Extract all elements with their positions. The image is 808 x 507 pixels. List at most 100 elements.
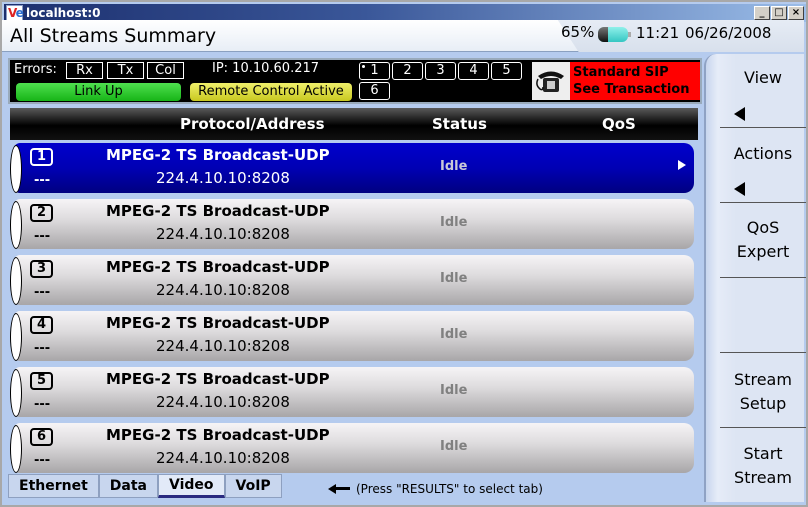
stream-protocol: MPEG-2 TS Broadcast-UDP xyxy=(106,258,330,276)
ip-address: IP: 10.10.60.217 xyxy=(212,61,320,76)
stream-row[interactable]: 1 --- MPEG-2 TS Broadcast-UDP 224.4.10.10:8… xyxy=(10,143,694,193)
stream-status: Idle xyxy=(440,215,468,230)
main-content: Errors: Rx Tx Col IP: 10.10.60.217 Link … xyxy=(8,54,702,474)
stream-protocol: MPEG-2 TS Broadcast-UDP xyxy=(106,426,330,444)
column-header-status: Status xyxy=(432,115,487,133)
stream-indicator: --- xyxy=(34,397,51,412)
row-selector-handle[interactable] xyxy=(10,145,22,193)
stream-protocol: MPEG-2 TS Broadcast-UDP xyxy=(106,146,330,164)
sip-status-line2: See Transaction xyxy=(573,82,690,97)
page-title: All Streams Summary xyxy=(10,25,217,47)
info-bar: Errors: Rx Tx Col IP: 10.10.60.217 Link … xyxy=(8,58,702,104)
actions-button[interactable]: Actions xyxy=(720,128,806,203)
left-arrow-icon xyxy=(328,484,350,494)
view-button[interactable]: View xyxy=(720,54,806,128)
stream-row[interactable]: 6 --- MPEG-2 TS Broadcast-UDP 224.4.10.10:8… xyxy=(10,423,694,473)
stream-protocol: MPEG-2 TS Broadcast-UDP xyxy=(106,202,330,220)
stream-indicator: --- xyxy=(34,173,51,188)
tab-data[interactable]: Data xyxy=(98,474,158,498)
app-logo-icon: Ve xyxy=(6,5,24,21)
minimize-button[interactable]: _ xyxy=(754,6,770,20)
maximize-button[interactable]: □ xyxy=(771,6,787,20)
row-selector-handle[interactable] xyxy=(10,369,22,417)
submenu-arrow-icon xyxy=(734,107,745,121)
row-selector-handle[interactable] xyxy=(10,257,22,305)
stream-status: Idle xyxy=(440,271,468,286)
stream-selector-1[interactable]: 1 xyxy=(359,62,390,80)
row-selector-handle[interactable] xyxy=(10,313,22,361)
row-selector-handle[interactable] xyxy=(10,425,22,473)
telephone-icon xyxy=(536,71,564,92)
start-stream-label-1: Start xyxy=(743,444,783,463)
stream-address: 224.4.10.10:8208 xyxy=(156,337,290,355)
errors-label: Errors: xyxy=(14,62,57,77)
stream-selector-2[interactable]: 2 xyxy=(392,62,423,80)
stream-row[interactable]: 4 --- MPEG-2 TS Broadcast-UDP 224.4.10.10:8… xyxy=(10,311,694,361)
error-col-indicator: Col xyxy=(147,62,184,79)
actions-button-label: Actions xyxy=(733,144,793,163)
qos-expert-label-1: QoS xyxy=(746,218,780,237)
column-header-protocol: Protocol/Address xyxy=(180,115,325,133)
clock-date: 06/26/2008 xyxy=(685,24,772,42)
stream-setup-label-2: Setup xyxy=(739,394,787,413)
stream-status: Idle xyxy=(440,327,468,342)
sip-status-line1: Standard SIP xyxy=(573,65,669,80)
stream-number: 4 xyxy=(30,316,53,334)
stream-number: 6 xyxy=(30,428,53,446)
sip-status-button[interactable]: Standard SIP See Transaction xyxy=(570,62,700,100)
page-header: All Streams Summary 65% 11:21 06/26/2008 xyxy=(2,20,804,52)
sip-phone-button[interactable] xyxy=(532,62,570,100)
stream-indicator: --- xyxy=(34,285,51,300)
stream-status: Idle xyxy=(440,439,468,454)
stream-selector-6[interactable]: 6 xyxy=(359,82,390,100)
stream-status: Idle xyxy=(440,383,468,398)
empty-softkey[interactable] xyxy=(720,278,806,353)
stream-setup-button[interactable]: Stream Setup xyxy=(720,353,806,428)
stream-protocol: MPEG-2 TS Broadcast-UDP xyxy=(106,370,330,388)
start-stream-label-2: Stream xyxy=(734,468,792,487)
stream-status: Idle xyxy=(440,159,468,174)
battery-icon xyxy=(598,27,631,42)
stream-indicator: --- xyxy=(34,229,51,244)
stream-setup-label-1: Stream xyxy=(734,370,792,389)
table-header: Protocol/Address Status QoS xyxy=(10,108,698,140)
error-rx-indicator: Rx xyxy=(66,62,103,79)
qos-expert-label-2: Expert xyxy=(736,242,790,261)
stream-row[interactable]: 3 --- MPEG-2 TS Broadcast-UDP 224.4.10.10:8… xyxy=(10,255,694,305)
start-stream-button[interactable]: Start Stream xyxy=(720,428,806,502)
selected-arrow-icon xyxy=(678,160,686,170)
stream-address: 224.4.10.10:8208 xyxy=(156,281,290,299)
stream-row[interactable]: 5 --- MPEG-2 TS Broadcast-UDP 224.4.10.10:8… xyxy=(10,367,694,417)
stream-selector-5[interactable]: 5 xyxy=(491,62,522,80)
error-tx-indicator: Tx xyxy=(107,62,144,79)
qos-expert-button[interactable]: QoS Expert xyxy=(720,203,806,278)
stream-indicator: --- xyxy=(34,453,51,468)
tab-ethernet[interactable]: Ethernet xyxy=(8,474,99,498)
column-header-qos: QoS xyxy=(602,115,636,133)
close-button[interactable]: × xyxy=(788,6,804,20)
battery-percent: 65% xyxy=(561,23,595,41)
stream-number: 1 xyxy=(30,148,53,166)
stream-address: 224.4.10.10:8208 xyxy=(156,449,290,467)
row-selector-handle[interactable] xyxy=(10,201,22,249)
softkey-sidebar: View Actions QoS Expert Stream Setup Sta… xyxy=(704,54,806,502)
stream-address: 224.4.10.10:8208 xyxy=(156,393,290,411)
tab-hint: (Press "RESULTS" to select tab) xyxy=(328,482,543,496)
stream-selector-4[interactable]: 4 xyxy=(458,62,489,80)
link-status-badge: Link Up xyxy=(16,83,181,101)
view-button-label: View xyxy=(744,68,782,87)
stream-number: 3 xyxy=(30,260,53,278)
stream-number: 2 xyxy=(30,204,53,222)
tab-video[interactable]: Video xyxy=(158,474,225,498)
window-title: localhost:0 xyxy=(26,6,101,20)
results-tabs: Ethernet Data Video VoIP xyxy=(8,474,282,498)
stream-selector-3[interactable]: 3 xyxy=(425,62,456,80)
submenu-arrow-icon xyxy=(734,182,745,196)
stream-address: 224.4.10.10:8208 xyxy=(156,169,290,187)
stream-indicator: --- xyxy=(34,341,51,356)
stream-protocol: MPEG-2 TS Broadcast-UDP xyxy=(106,314,330,332)
tab-voip[interactable]: VoIP xyxy=(224,474,282,498)
remote-control-badge: Remote Control Active xyxy=(190,83,352,101)
stream-row[interactable]: 2 --- MPEG-2 TS Broadcast-UDP 224.4.10.10:8… xyxy=(10,199,694,249)
tab-hint-text: (Press "RESULTS" to select tab) xyxy=(356,482,543,496)
